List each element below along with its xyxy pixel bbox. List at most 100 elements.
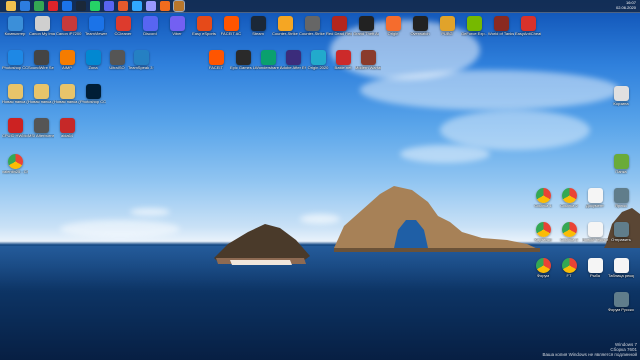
desktop-icon[interactable]: FACEIT (203, 50, 229, 71)
desktop-icon[interactable]: Wondershare Filmora (255, 50, 281, 71)
desktop-icon[interactable]: Modern Warfare 2020 (355, 50, 381, 71)
desktop-icon-label: Wondershare Filmora (255, 66, 281, 70)
desktop-icon-label: FACEIT AC (220, 32, 242, 36)
desktop-icon-label: AIMP (62, 66, 72, 70)
desktop-icon[interactable]: Photoshop CC (80, 84, 106, 105)
window-active-icon[interactable] (173, 0, 185, 12)
taskbar: 16:07 02.06.2020 (0, 0, 640, 13)
desktop-icon[interactable]: Ярлык (608, 188, 634, 209)
desktop-icon-label: Новый текстовый (582, 238, 608, 242)
pubg-icon (439, 16, 455, 31)
desktop-icon[interactable]: Папка (608, 154, 634, 175)
desktop-icon-label: Origin 2020 (307, 66, 329, 70)
desktop-icon[interactable]: TeamSpeak 3 Client (128, 50, 154, 71)
soundwire-icon (33, 50, 49, 65)
desktop-icon[interactable]: MSI Afterburner (28, 118, 54, 139)
desktop-icon-label: FACEIT (208, 66, 223, 70)
canon-mg-icon (34, 16, 50, 31)
desktop-icon[interactable]: Zona (80, 50, 106, 71)
desktop-icon[interactable]: Origin 2020 (305, 50, 331, 71)
explorer-icon[interactable] (6, 1, 16, 11)
cloud (400, 145, 490, 163)
photoshop-icon[interactable] (132, 1, 142, 11)
desktop-icon[interactable]: Adobe After Effects 2020 (280, 50, 306, 71)
desktop-icon[interactable]: Компьютер (2, 16, 28, 37)
desktop-icon[interactable]: Новая папка (2) (28, 84, 54, 105)
desktop-icon[interactable]: Overwatch (407, 16, 433, 37)
aftereffects-icon[interactable] (146, 1, 156, 11)
desktop-icon[interactable]: FT (556, 258, 582, 279)
teamviewer-icon[interactable] (62, 1, 72, 11)
zona-icon (85, 50, 101, 65)
folder-3-icon (59, 84, 75, 99)
desktop-icon[interactable]: valentin25 - Chrome (2, 154, 28, 175)
desktop-icon[interactable]: Photoshop CC 64 (2, 50, 28, 71)
desktop-icon[interactable]: Рыба (582, 258, 608, 279)
desktop-icon[interactable]: Battle.net (330, 50, 356, 71)
desktop-icon-label: FT (566, 274, 572, 278)
desktop-icon[interactable]: Новый текстовый (582, 222, 608, 243)
viber-icon (169, 16, 185, 31)
chrome-right-3-icon (535, 222, 551, 237)
desktop-icon[interactable]: Counter-Strike... (272, 16, 298, 37)
desktop-icon[interactable]: SoundWire Server (28, 50, 54, 71)
desktop-icon[interactable]: Ссылка 2 (556, 188, 582, 209)
desktop-icon[interactable]: GeForce Exp... (461, 16, 487, 37)
desktop-icon[interactable]: PUBG (434, 16, 460, 37)
foxit-icon[interactable] (118, 1, 128, 11)
desktop-icon[interactable]: AIMP (54, 50, 80, 71)
taskbar-clock[interactable]: 16:07 02.06.2020 (616, 0, 636, 10)
computer-icon (7, 16, 23, 31)
desktop-icon[interactable]: Grand Theft Auto V (353, 16, 379, 37)
desktop-icon[interactable]: Ссылка 3 (556, 222, 582, 243)
desktop-icon[interactable]: CCleaner (110, 16, 136, 37)
whatsapp-icon[interactable] (90, 1, 100, 11)
epic-icon (235, 50, 251, 65)
desktop-icon[interactable]: CPUID HWMonitor (2, 118, 28, 139)
desktop-icon-label: TeamViewer (85, 32, 107, 36)
forum-icon (613, 292, 629, 307)
desktop-icon-label: CPUID HWMonitor (2, 134, 28, 138)
desktop-icon-label: valentin25 - Chrome (2, 170, 28, 174)
desktop-icon[interactable]: Ссылка 1 (530, 188, 556, 209)
desktop-icon[interactable]: Origin (380, 16, 406, 37)
windows-icon[interactable] (20, 1, 30, 11)
desktop-icon-label: SoundWire Server (28, 66, 54, 70)
desktop-icon-label: Battle.net (334, 66, 352, 70)
steam-icon[interactable] (76, 1, 86, 11)
desktop-icon[interactable]: Корзина (608, 86, 634, 107)
origin-2-icon (310, 50, 326, 65)
desktop-icon[interactable]: TeamViewer (83, 16, 109, 37)
desktop-icon[interactable]: Документ (582, 188, 608, 209)
desktop-icon[interactable]: Discord (137, 16, 163, 37)
desktop-icon[interactable]: Форум (530, 258, 556, 279)
desktop-icon[interactable]: Epic Games Launcher (230, 50, 256, 71)
media-icon[interactable] (160, 1, 170, 11)
discord-icon[interactable] (104, 1, 114, 11)
desktop-icon[interactable]: Easy eSports (191, 16, 217, 37)
desktop-icon[interactable]: Таблица рекордов (608, 258, 634, 279)
cloud (130, 208, 170, 216)
desktop-icon[interactable]: Steam (245, 16, 271, 37)
desktop-icon[interactable]: Canon iP7200 series MG (56, 16, 82, 37)
desktop-icon[interactable]: EasyAntiCheat (515, 16, 541, 37)
desktop-icon-label: PUBG (441, 32, 453, 36)
desktop-icon[interactable]: Red Dead Redemption 2 (326, 16, 352, 37)
desktop-icon[interactable]: FACEIT AC (218, 16, 244, 37)
desktop-icon[interactable]: Форум Русско... (608, 292, 634, 313)
opera-icon[interactable] (48, 1, 58, 11)
desktop-icon[interactable]: Viber (164, 16, 190, 37)
desktop-icon[interactable]: Отправить (608, 222, 634, 243)
desktop-icon-label: Таблица рекордов (608, 274, 634, 278)
desktop-icon[interactable]: World of Tanks (488, 16, 514, 37)
desktop-icon-label: Новая папка (3) (54, 100, 80, 104)
desktop-icon[interactable]: Counter-Strike Global Offen... (299, 16, 325, 37)
desktop-icon[interactable]: Новая папка (3) (54, 84, 80, 105)
desktop-icon[interactable]: Новая папка (4) (2, 84, 28, 105)
chrome-icon[interactable] (34, 1, 44, 11)
desktop-icon[interactable]: Картинки (530, 222, 556, 243)
desktop-icon[interactable]: Canon My Image G... (29, 16, 55, 37)
desktop-icon[interactable]: UltraISO (104, 50, 130, 71)
desktop-icon[interactable]: aida64 (54, 118, 80, 139)
desktop-icon-label: Ссылка 3 (560, 238, 578, 242)
